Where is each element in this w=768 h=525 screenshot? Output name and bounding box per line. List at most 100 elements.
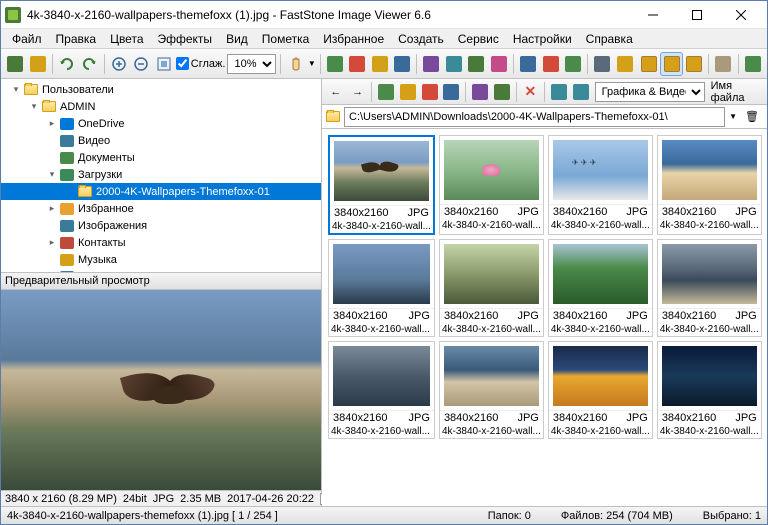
email-button[interactable]	[614, 53, 634, 75]
expander-icon[interactable]: ▸	[45, 237, 59, 248]
menu-Справка[interactable]: Справка	[579, 30, 640, 48]
cloud-icon	[59, 117, 75, 131]
thumbnail[interactable]: 3840x2160JPG4k-3840-x-2160-wall...	[439, 135, 544, 235]
preview-pane[interactable]	[1, 290, 321, 490]
status-folders: Папок: 0	[488, 510, 531, 522]
tb-ic5[interactable]	[421, 53, 441, 75]
expander-icon[interactable]: ▸	[45, 203, 59, 214]
thumbnail[interactable]: 3840x2160JPG4k-3840-x-2160-wall...	[328, 135, 435, 235]
tree-item[interactable]: ▸OneDrive	[1, 115, 321, 132]
menu-Файл[interactable]: Файл	[5, 30, 49, 48]
thumbnail[interactable]: 3840x2160JPG4k-3840-x-2160-wall...	[328, 341, 435, 439]
thumbnail-grid[interactable]: 3840x2160JPG4k-3840-x-2160-wall...3840x2…	[322, 129, 767, 506]
filter-combo[interactable]: Графика & Видео	[595, 82, 705, 102]
menu-Сервис[interactable]: Сервис	[451, 30, 506, 48]
minimize-button[interactable]	[631, 1, 675, 29]
thumbnail[interactable]: 3840x2160JPG4k-3840-x-2160-wall...	[657, 135, 762, 235]
menu-Настройки[interactable]: Настройки	[506, 30, 579, 48]
view3-button[interactable]	[684, 53, 704, 75]
tree-label: 2000-4K-Wallpapers-Themefoxx-01	[96, 186, 270, 198]
tb-ic11[interactable]	[563, 53, 583, 75]
tb-ic4[interactable]	[392, 53, 412, 75]
download-icon	[59, 168, 75, 182]
preview-info: 3840 x 2160 (8.29 MP) 24bit JPG 2.35 MB …	[1, 490, 321, 506]
save-button[interactable]	[27, 53, 47, 75]
tree-item[interactable]: ▾Пользователи	[1, 81, 321, 98]
rt5[interactable]	[470, 81, 490, 103]
tree-item[interactable]: ▸Избранное	[1, 200, 321, 217]
image-icon	[59, 219, 75, 233]
zoom-out-button[interactable]	[131, 53, 151, 75]
preview-header: Предварительный просмотр	[1, 272, 321, 290]
folder-icon	[41, 100, 57, 114]
acquire-button[interactable]	[5, 53, 25, 75]
tb-ic2[interactable]	[347, 53, 367, 75]
doc-icon	[59, 151, 75, 165]
rt2[interactable]	[398, 81, 418, 103]
view1-button[interactable]	[639, 53, 659, 75]
tb-ic6[interactable]	[444, 53, 464, 75]
thumbnail[interactable]: 3840x2160JPG4k-3840-x-2160-wall...	[439, 341, 544, 439]
rt8[interactable]	[571, 81, 591, 103]
expander-icon[interactable]: ▾	[9, 84, 23, 95]
view2-button[interactable]	[661, 53, 681, 75]
tree-item[interactable]: ▾ADMIN	[1, 98, 321, 115]
smooth-checkbox[interactable]: Сглаж.	[176, 57, 226, 70]
thumbnail[interactable]: 3840x2160JPG4k-3840-x-2160-wall...	[657, 341, 762, 439]
menu-Пометка[interactable]: Пометка	[255, 30, 317, 48]
print-button[interactable]	[592, 53, 612, 75]
info-dims: 3840 x 2160 (8.29 MP)	[5, 493, 117, 505]
undo-button[interactable]	[57, 53, 77, 75]
menu-Избранное[interactable]: Избранное	[316, 30, 391, 48]
menu-Эффекты[interactable]: Эффекты	[151, 30, 220, 48]
expander-icon[interactable]: ▸	[45, 118, 59, 129]
menu-Правка[interactable]: Правка	[49, 30, 104, 48]
expander-icon[interactable]: ▾	[27, 101, 41, 112]
zoom-combo[interactable]: 10%	[227, 54, 276, 74]
settings-button[interactable]	[713, 53, 733, 75]
tree-item[interactable]: Музыка	[1, 251, 321, 268]
expander-icon[interactable]: ▾	[45, 169, 59, 180]
redo-button[interactable]	[79, 53, 99, 75]
menu-Цвета[interactable]: Цвета	[103, 30, 150, 48]
rt1[interactable]	[376, 81, 396, 103]
tree-item[interactable]: ▸Контакты	[1, 234, 321, 251]
fit-button[interactable]	[153, 53, 173, 75]
menu-Вид[interactable]: Вид	[219, 30, 255, 48]
path-input[interactable]	[344, 107, 725, 127]
tb-ic9[interactable]	[518, 53, 538, 75]
path-delete-button[interactable]: 🗑	[741, 106, 763, 128]
thumbnail[interactable]: 3840x2160JPG4k-3840-x-2160-wall...	[548, 239, 653, 337]
tb-ic7[interactable]	[466, 53, 486, 75]
tb-ic8[interactable]	[489, 53, 509, 75]
back-button[interactable]: ←	[326, 81, 346, 103]
maximize-button[interactable]	[675, 1, 719, 29]
thumbnail[interactable]: 3840x2160JPG4k-3840-x-2160-wall...	[439, 239, 544, 337]
rt7[interactable]	[549, 81, 569, 103]
thumbnail[interactable]: 3840x2160JPG4k-3840-x-2160-wall...	[328, 239, 435, 337]
tb-ic3[interactable]	[370, 53, 390, 75]
forward-button[interactable]: →	[348, 81, 368, 103]
hand-tool-button[interactable]	[285, 53, 305, 75]
delete-button[interactable]: ✕	[521, 81, 541, 103]
menu-Создать[interactable]: Создать	[391, 30, 451, 48]
rt3[interactable]	[420, 81, 440, 103]
close-button[interactable]	[719, 1, 763, 29]
statusbar: 4k-3840-x-2160-wallpapers-themefoxx (1).…	[1, 506, 767, 524]
tree-item[interactable]: Документы	[1, 149, 321, 166]
thumbnail[interactable]: ✈ ✈ ✈3840x2160JPG4k-3840-x-2160-wall...	[548, 135, 653, 235]
tb-ic1[interactable]	[325, 53, 345, 75]
folder-tree[interactable]: ▾Пользователи▾ADMIN▸OneDriveВидеоДокумен…	[1, 79, 321, 272]
tree-item[interactable]: Изображения	[1, 217, 321, 234]
tb-ic10[interactable]	[540, 53, 560, 75]
fullscreen-button[interactable]	[742, 53, 762, 75]
rt6[interactable]	[492, 81, 512, 103]
rt4[interactable]	[442, 81, 462, 103]
tree-item[interactable]: ▾Загрузки	[1, 166, 321, 183]
zoom-in-button[interactable]	[109, 53, 129, 75]
thumbnail[interactable]: 3840x2160JPG4k-3840-x-2160-wall...	[548, 341, 653, 439]
folder-icon	[326, 111, 340, 122]
thumbnail[interactable]: 3840x2160JPG4k-3840-x-2160-wall...	[657, 239, 762, 337]
tree-item[interactable]: 2000-4K-Wallpapers-Themefoxx-01	[1, 183, 321, 200]
tree-item[interactable]: Видео	[1, 132, 321, 149]
